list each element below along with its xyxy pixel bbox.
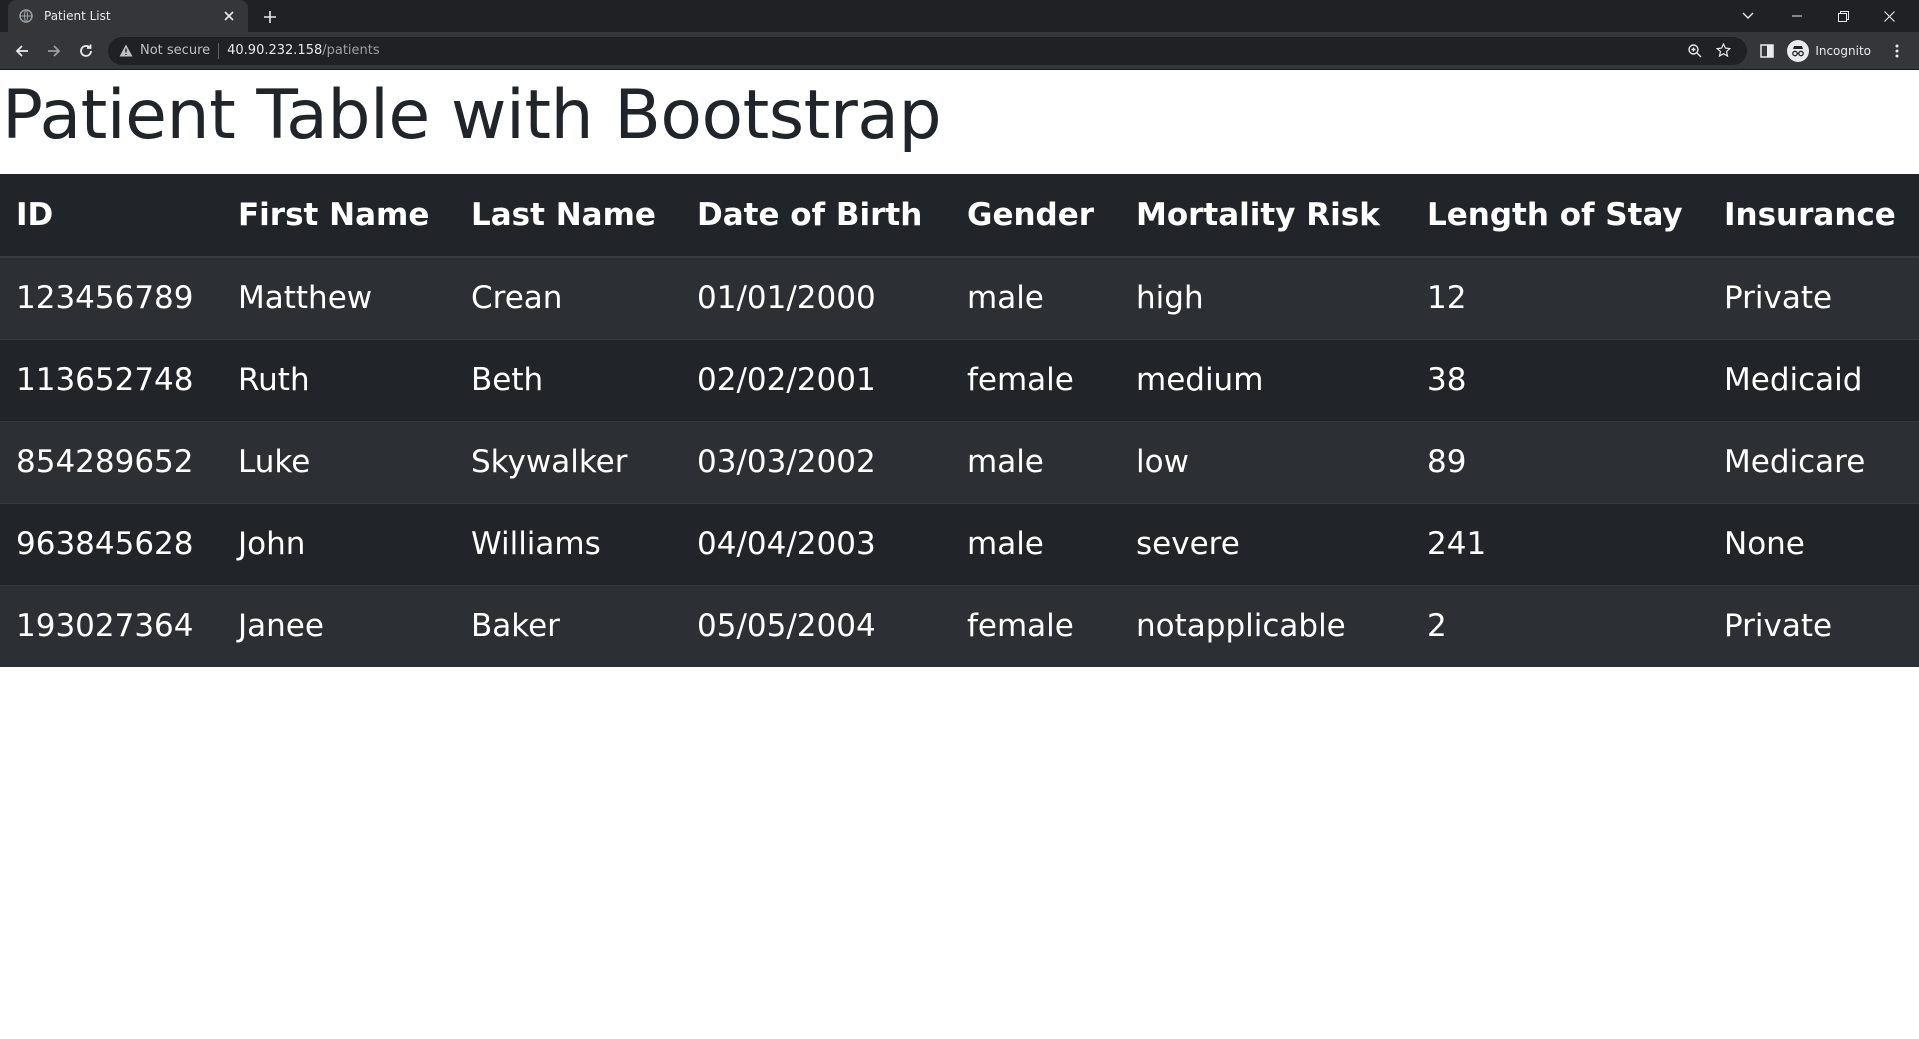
incognito-profile-button[interactable]: Incognito: [1783, 37, 1881, 65]
tab-title: Patient List: [44, 9, 111, 23]
cell-first-name: Matthew: [222, 256, 455, 339]
cell-last-name: Williams: [455, 502, 681, 585]
cell-insurance: None: [1708, 502, 1919, 585]
incognito-icon: [1787, 39, 1810, 62]
table-row: 963845628 John Williams 04/04/2003 male …: [0, 502, 1919, 585]
menu-dots-icon[interactable]: [1881, 35, 1913, 67]
cell-length-of-stay: 38: [1411, 338, 1708, 421]
header-id: ID: [0, 174, 222, 258]
url-host: 40.90.232.158: [227, 43, 323, 58]
cell-length-of-stay: 241: [1411, 502, 1708, 585]
cell-first-name: Janee: [222, 584, 455, 667]
cell-date-of-birth: 05/05/2004: [681, 584, 951, 667]
cell-gender: male: [951, 256, 1120, 339]
zoom-icon[interactable]: [1681, 37, 1709, 65]
close-window-button[interactable]: [1866, 0, 1912, 32]
close-tab-icon[interactable]: [220, 7, 238, 25]
cell-insurance: Medicaid: [1708, 338, 1919, 421]
header-last-name: Last Name: [455, 174, 681, 258]
cell-first-name: Luke: [222, 420, 455, 503]
cell-gender: male: [951, 502, 1120, 585]
cell-gender: female: [951, 584, 1120, 667]
browser-toolbar: Not secure 40.90.232.158 /patients Incog…: [0, 32, 1919, 70]
table-body: 123456789 Matthew Crean 01/01/2000 male …: [0, 256, 1919, 667]
header-gender: Gender: [951, 174, 1120, 258]
browser-tabstrip: Patient List: [0, 0, 1919, 32]
window-controls: [1736, 0, 1912, 32]
cell-insurance: Medicare: [1708, 420, 1919, 503]
table-row: 113652748 Ruth Beth 02/02/2001 female me…: [0, 338, 1919, 421]
reload-button[interactable]: [70, 35, 102, 67]
header-date-of-birth: Date of Birth: [681, 174, 951, 258]
cell-first-name: John: [222, 502, 455, 585]
cell-gender: male: [951, 420, 1120, 503]
cell-id: 854289652: [0, 420, 222, 503]
minimize-button[interactable]: [1774, 0, 1820, 32]
address-bar[interactable]: Not secure 40.90.232.158 /patients: [108, 36, 1748, 65]
patient-table: ID First Name Last Name Date of Birth Ge…: [0, 174, 1919, 667]
cell-mortality-risk: medium: [1120, 338, 1411, 421]
cell-date-of-birth: 03/03/2002: [681, 420, 951, 503]
cell-length-of-stay: 2: [1411, 584, 1708, 667]
page-title: Patient Table with Bootstrap: [2, 76, 942, 155]
restore-button[interactable]: [1820, 0, 1866, 32]
cell-date-of-birth: 02/02/2001: [681, 338, 951, 421]
cell-last-name: Beth: [455, 338, 681, 421]
cell-length-of-stay: 12: [1411, 256, 1708, 339]
address-divider: [218, 42, 220, 59]
forward-button[interactable]: [38, 35, 70, 67]
bookmark-star-icon[interactable]: [1709, 37, 1737, 65]
cell-mortality-risk: notapplicable: [1120, 584, 1411, 667]
table-row: 854289652 Luke Skywalker 03/03/2002 male…: [0, 420, 1919, 503]
table-header: ID First Name Last Name Date of Birth Ge…: [0, 174, 1919, 258]
header-mortality-risk: Mortality Risk: [1120, 174, 1411, 258]
side-panel-icon[interactable]: [1751, 35, 1783, 67]
cell-insurance: Private: [1708, 256, 1919, 339]
url-path: /patients: [322, 43, 380, 58]
new-tab-button[interactable]: [258, 5, 282, 29]
security-label[interactable]: Not secure: [140, 43, 210, 58]
cell-first-name: Ruth: [222, 338, 455, 421]
globe-icon: [18, 8, 34, 24]
header-length-of-stay: Length of Stay: [1411, 174, 1708, 258]
tab-search-chevron-icon[interactable]: [1736, 0, 1760, 32]
back-button[interactable]: [6, 35, 38, 67]
cell-id: 113652748: [0, 338, 222, 421]
cell-id: 123456789: [0, 256, 222, 339]
cell-id: 963845628: [0, 502, 222, 585]
cell-length-of-stay: 89: [1411, 420, 1708, 503]
cell-gender: female: [951, 338, 1120, 421]
table-row: 123456789 Matthew Crean 01/01/2000 male …: [0, 256, 1919, 339]
table-row: 193027364 Janee Baker 05/05/2004 female …: [0, 584, 1919, 667]
profile-label: Incognito: [1815, 43, 1871, 58]
cell-mortality-risk: severe: [1120, 502, 1411, 585]
cell-date-of-birth: 01/01/2000: [681, 256, 951, 339]
page-content: Patient Table with Bootstrap ID First Na…: [0, 71, 1919, 1039]
cell-insurance: Private: [1708, 584, 1919, 667]
header-first-name: First Name: [222, 174, 455, 258]
browser-tab[interactable]: Patient List: [8, 0, 248, 32]
cell-last-name: Skywalker: [455, 420, 681, 503]
warning-icon[interactable]: [118, 43, 134, 59]
cell-mortality-risk: high: [1120, 256, 1411, 339]
cell-last-name: Crean: [455, 256, 681, 339]
cell-id: 193027364: [0, 584, 222, 667]
table-header-row: ID First Name Last Name Date of Birth Ge…: [0, 174, 1919, 258]
cell-date-of-birth: 04/04/2003: [681, 502, 951, 585]
cell-mortality-risk: low: [1120, 420, 1411, 503]
header-insurance: Insurance: [1708, 174, 1919, 258]
cell-last-name: Baker: [455, 584, 681, 667]
